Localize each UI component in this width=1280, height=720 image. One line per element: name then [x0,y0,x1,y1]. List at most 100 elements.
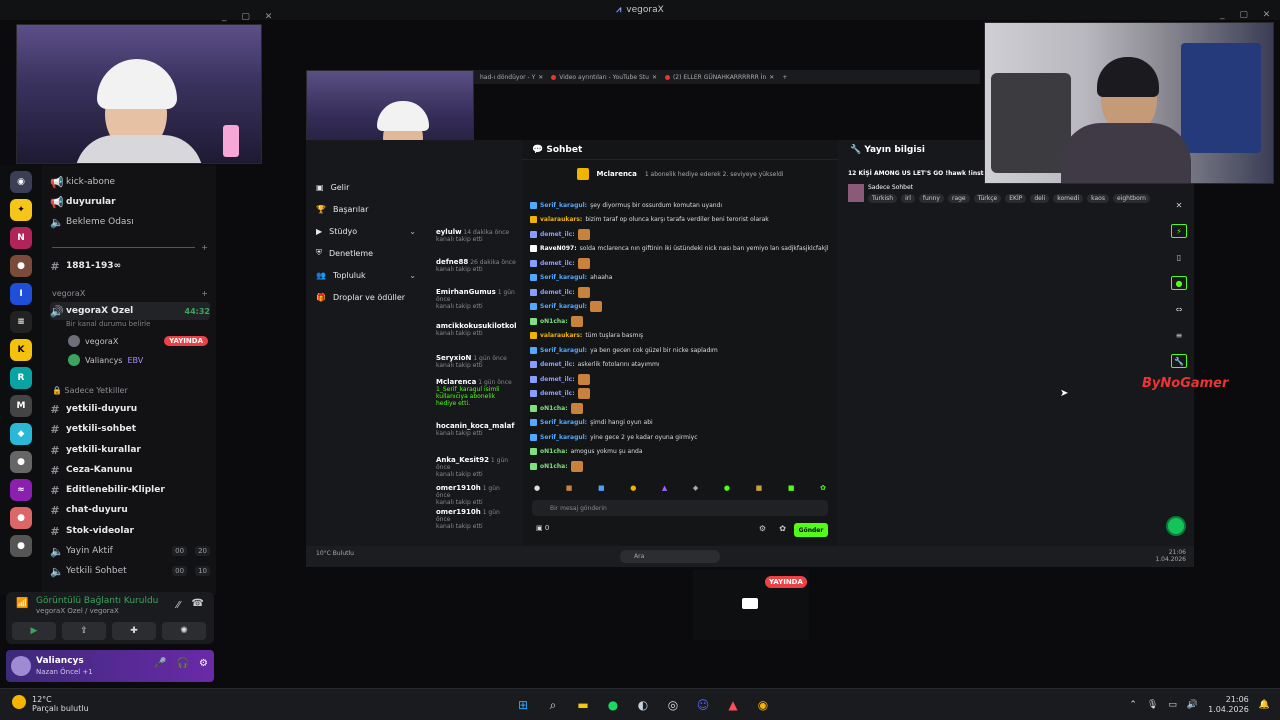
search-icon[interactable]: ⌕ [542,695,564,715]
chat-username[interactable]: Serif_karagul: [540,434,587,441]
stream-tag[interactable]: EKİP [1005,194,1027,203]
bolt-icon[interactable]: ⚡ [1171,224,1187,238]
chat-username[interactable]: oN1cha: [540,318,568,325]
channel-editlenebilir-klipler[interactable]: # Editlenebilir-Klipler [50,481,210,499]
chat-username[interactable]: Serif_karagul: [540,202,587,209]
screen-share-button[interactable]: ⇪ [62,622,106,640]
stream-tag[interactable]: eightborn [1112,194,1150,203]
chat-username[interactable]: oN1cha: [540,463,568,470]
chat-username[interactable]: Serif_karagul: [540,419,587,426]
stack-icon[interactable]: ≡ [1171,328,1187,342]
activities-button[interactable]: ✚ [112,622,156,640]
category-vegorax[interactable]: vegoraX + [52,289,208,298]
add-icon[interactable]: + [201,243,208,252]
channel-chat-duyuru[interactable]: # chat-duyuru [50,501,210,519]
chevron-up-icon[interactable]: ⌃ [1129,700,1137,710]
stream-tag[interactable]: rage [947,194,970,203]
discord-icon[interactable]: ☺ [692,695,714,715]
server-icon[interactable]: ◆ [10,423,32,445]
voice-user[interactable]: vegoraX YAYINDA [68,333,208,349]
stream-tag[interactable]: komedi [1053,194,1084,203]
nav-basarilar[interactable]: 🏆 Başarılar [306,198,426,220]
server-icon[interactable]: ● [10,255,32,277]
close-icon[interactable]: ✕ [1171,198,1187,212]
server-icon[interactable]: ● [10,451,32,473]
channel-stok-videolar[interactable]: # Stok-videolar [50,522,210,540]
chat-username[interactable]: Serif_karagul: [540,274,587,281]
channel-ceza-kanunu[interactable]: # Ceza-Kanunu [50,461,210,479]
browser-tab[interactable]: Video ayrıntıları - YouTube Stu ✕ [551,74,657,81]
chat-username[interactable]: demet_ilc: [540,361,575,368]
nav-gelir[interactable]: ▣ Gelir [306,176,426,198]
server-icon[interactable]: ≈ [10,479,32,501]
nav-studyo[interactable]: ▶ Stüdyo ⌄ [306,220,426,242]
emote-picker-icon[interactable]: ✿ [779,524,786,533]
voice-user[interactable]: Valiancys EBV [68,352,208,368]
chat-username[interactable]: valaraukars: [540,332,582,339]
network-icon[interactable]: ▭ [1168,700,1177,710]
floating-widget-icon[interactable] [1166,516,1186,536]
windows-start-icon[interactable]: ⊞ [512,695,534,715]
close-icon[interactable]: ✕ [652,74,657,81]
microphone-icon[interactable]: 🎙 [1147,700,1158,710]
chat-input[interactable]: Bir mesaj gönderin [532,500,828,516]
channel-yetkili-sohbet[interactable]: # yetkili-sohbet [50,420,210,438]
chat-username[interactable]: demet_ilc: [540,376,575,383]
clock[interactable]: 21:06 1.04.2026 [1208,695,1249,715]
cam-window-controls[interactable]: _ ▢ ✕ [222,12,278,22]
server-icon[interactable]: ◉ [10,171,32,193]
browser-tab[interactable]: had-ı döndüyor - Y ✕ [480,74,543,81]
microphone-icon[interactable]: 🎤 [154,658,166,669]
chat-username[interactable]: Serif_karagul: [540,303,587,310]
chat-username[interactable]: valaraukars: [540,216,582,223]
emote-icon[interactable]: ■ [566,484,573,492]
emote-icon[interactable]: ● [724,484,730,492]
voice-channel-active[interactable]: 🔊 vegoraX Ozel 44:32 [50,302,210,320]
emote-icon[interactable]: ■ [756,484,763,492]
gear-icon[interactable]: ⚙ [199,658,208,669]
channel-yetkili-kurallar[interactable]: # yetkili-kurallar [50,441,210,459]
voice-channel-status[interactable]: Bir kanal durumu belirle [66,320,150,328]
channel-kick-abone[interactable]: 📢 kick-abone [50,173,210,191]
close-icon[interactable]: ✕ [769,74,774,81]
stream-tag[interactable]: funny [918,194,944,203]
obs-icon[interactable]: ◎ [662,695,684,715]
channel-yetkili-duyuru[interactable]: # yetkili-duyuru [50,400,210,418]
chat-username[interactable]: demet_ilc: [540,260,575,267]
server-icon[interactable]: ● [10,507,32,529]
camera-button[interactable]: ▶ [12,622,56,640]
voice-yetkili-sohbet[interactable]: 🔈 Yetkili Sohbet 00 10 [50,562,210,580]
gear-icon[interactable]: ⚙ [759,524,766,533]
steam-icon[interactable]: ◐ [632,695,654,715]
cam-window-controls[interactable]: _ ▢ ✕ [1220,10,1276,20]
stream-tag[interactable]: Turkish [868,194,898,203]
disconnect-icon[interactable]: ☎ [192,598,204,609]
avatar[interactable] [11,656,31,676]
document-icon[interactable]: ▯ [1171,250,1187,264]
chat-icon[interactable]: ● [1171,276,1187,290]
emote-icon[interactable]: ✿ [820,484,826,492]
chat-username[interactable]: demet_ilc: [540,289,575,296]
server-icon[interactable]: N [10,227,32,249]
emote-icon[interactable]: ■ [598,484,605,492]
soundboard-button[interactable]: ✺ [162,622,206,640]
chat-username[interactable]: RaveN097: [540,245,577,252]
chat-username[interactable]: demet_ilc: [540,390,575,397]
server-icon[interactable]: M [10,395,32,417]
nav-denetleme[interactable]: ⛨ Denetleme [306,242,426,264]
nav-droplar[interactable]: 🎁 Droplar ve ödüller [306,286,426,308]
category-staff[interactable]: 🔒 Sadece Yetkiller [52,386,208,395]
folder-icon[interactable]: ▬ [572,695,594,715]
server-icon[interactable]: ● [10,535,32,557]
app-a-icon[interactable]: ▲ [722,695,744,715]
stream-tag[interactable]: irl [901,194,915,203]
chrome-icon[interactable]: ◉ [752,695,774,715]
emote-icon[interactable]: ◆ [693,484,698,492]
channel-points[interactable]: ▣ 0 [536,524,549,532]
stream-tag[interactable]: deli [1030,194,1050,203]
server-icon[interactable]: ✦ [10,199,32,221]
close-icon[interactable]: ✕ [538,74,543,81]
add-icon[interactable]: + [201,289,208,298]
channel-duyurular[interactable]: 📢 duyurular [50,193,210,211]
new-tab-icon[interactable]: + [782,74,787,81]
